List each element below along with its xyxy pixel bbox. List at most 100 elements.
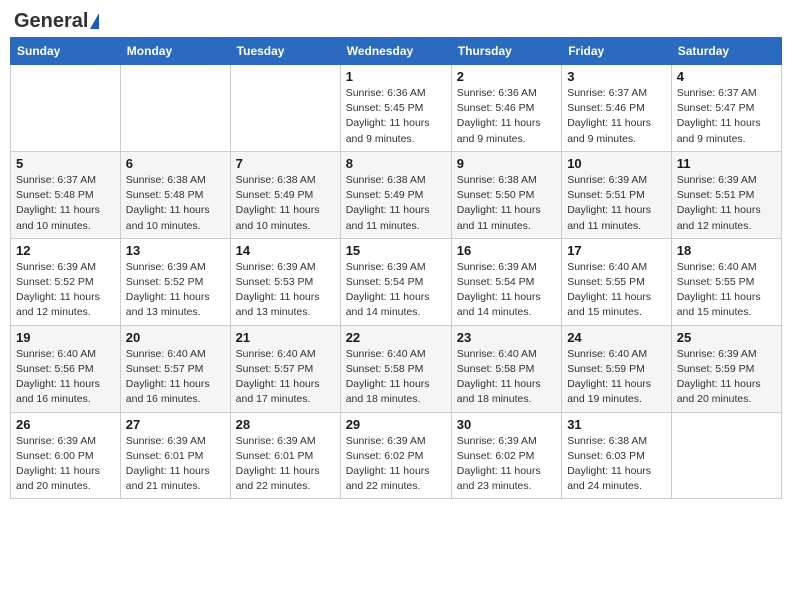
day-number: 10 <box>567 156 666 171</box>
day-info: Sunrise: 6:38 AMSunset: 5:48 PMDaylight:… <box>126 173 225 234</box>
day-number: 6 <box>126 156 225 171</box>
calendar-cell: 10 Sunrise: 6:39 AMSunset: 5:51 PMDayligh… <box>562 151 672 238</box>
day-number: 14 <box>236 243 335 258</box>
day-info: Sunrise: 6:39 AMSunset: 6:01 PMDaylight:… <box>126 434 225 495</box>
day-info: Sunrise: 6:37 AMSunset: 5:48 PMDaylight:… <box>16 173 115 234</box>
day-info: Sunrise: 6:39 AMSunset: 5:54 PMDaylight:… <box>346 260 446 321</box>
calendar-week-1: 1 Sunrise: 6:36 AMSunset: 5:45 PMDaylight… <box>11 65 782 152</box>
calendar-week-4: 19 Sunrise: 6:40 AMSunset: 5:56 PMDayligh… <box>11 325 782 412</box>
calendar-header-row: SundayMondayTuesdayWednesdayThursdayFrid… <box>11 38 782 65</box>
calendar-cell: 5Sunrise: 6:37 AMSunset: 5:48 PMDaylight… <box>11 151 121 238</box>
day-info: Sunrise: 6:39 AMSunset: 6:01 PMDaylight:… <box>236 434 335 495</box>
column-header-saturday: Saturday <box>671 38 781 65</box>
day-info: Sunrise: 6:40 AMSunset: 5:57 PMDaylight:… <box>126 347 225 408</box>
day-number: 11 <box>677 156 776 171</box>
day-number: 26 <box>16 417 115 432</box>
calendar-cell: 6 Sunrise: 6:38 AMSunset: 5:48 PMDaylight… <box>120 151 230 238</box>
calendar-cell: 7 Sunrise: 6:38 AMSunset: 5:49 PMDaylight… <box>230 151 340 238</box>
calendar-cell: 24 Sunrise: 6:40 AMSunset: 5:59 PMDayligh… <box>562 325 672 412</box>
day-info: Sunrise: 6:40 AMSunset: 5:57 PMDaylight:… <box>236 347 335 408</box>
calendar-cell: 17 Sunrise: 6:40 AMSunset: 5:55 PMDayligh… <box>562 238 672 325</box>
day-number: 30 <box>457 417 556 432</box>
day-number: 20 <box>126 330 225 345</box>
day-number: 31 <box>567 417 666 432</box>
day-number: 27 <box>126 417 225 432</box>
calendar-cell: 21Sunrise: 6:40 AMSunset: 5:57 PMDayligh… <box>230 325 340 412</box>
calendar-cell: 22Sunrise: 6:40 AMSunset: 5:58 PMDayligh… <box>340 325 451 412</box>
day-info: Sunrise: 6:39 AMSunset: 5:52 PMDaylight:… <box>16 260 115 321</box>
day-info: Sunrise: 6:39 AMSunset: 5:53 PMDaylight:… <box>236 260 335 321</box>
column-header-friday: Friday <box>562 38 672 65</box>
calendar-cell: 29Sunrise: 6:39 AMSunset: 6:02 PMDayligh… <box>340 412 451 499</box>
calendar-cell: 26 Sunrise: 6:39 AMSunset: 6:00 PMDayligh… <box>11 412 121 499</box>
day-info: Sunrise: 6:40 AMSunset: 5:55 PMDaylight:… <box>567 260 666 321</box>
day-info: Sunrise: 6:40 AMSunset: 5:55 PMDaylight:… <box>677 260 776 321</box>
calendar-cell: 11 Sunrise: 6:39 AMSunset: 5:51 PMDayligh… <box>671 151 781 238</box>
day-number: 9 <box>457 156 556 171</box>
calendar-cell: 15 Sunrise: 6:39 AMSunset: 5:54 PMDayligh… <box>340 238 451 325</box>
calendar-cell: 3 Sunrise: 6:37 AMSunset: 5:46 PMDaylight… <box>562 65 672 152</box>
day-info: Sunrise: 6:38 AMSunset: 5:49 PMDaylight:… <box>236 173 335 234</box>
calendar-table: SundayMondayTuesdayWednesdayThursdayFrid… <box>10 37 782 499</box>
column-header-thursday: Thursday <box>451 38 561 65</box>
day-info: Sunrise: 6:40 AMSunset: 5:59 PMDaylight:… <box>567 347 666 408</box>
day-info: Sunrise: 6:36 AMSunset: 5:45 PMDaylight:… <box>346 86 446 147</box>
day-number: 19 <box>16 330 115 345</box>
day-number: 12 <box>16 243 115 258</box>
column-header-wednesday: Wednesday <box>340 38 451 65</box>
calendar-cell: 2 Sunrise: 6:36 AMSunset: 5:46 PMDaylight… <box>451 65 561 152</box>
calendar-week-3: 12 Sunrise: 6:39 AMSunset: 5:52 PMDayligh… <box>11 238 782 325</box>
day-info: Sunrise: 6:39 AMSunset: 5:54 PMDaylight:… <box>457 260 556 321</box>
column-header-monday: Monday <box>120 38 230 65</box>
day-info: Sunrise: 6:40 AMSunset: 5:56 PMDaylight:… <box>16 347 115 408</box>
day-number: 17 <box>567 243 666 258</box>
day-info: Sunrise: 6:39 AMSunset: 5:59 PMDaylight:… <box>677 347 776 408</box>
calendar-cell <box>120 65 230 152</box>
calendar-cell: 20 Sunrise: 6:40 AMSunset: 5:57 PMDayligh… <box>120 325 230 412</box>
column-header-sunday: Sunday <box>11 38 121 65</box>
day-info: Sunrise: 6:39 AMSunset: 6:02 PMDaylight:… <box>457 434 556 495</box>
calendar-week-2: 5Sunrise: 6:37 AMSunset: 5:48 PMDaylight… <box>11 151 782 238</box>
day-info: Sunrise: 6:37 AMSunset: 5:47 PMDaylight:… <box>677 86 776 147</box>
calendar-week-5: 26 Sunrise: 6:39 AMSunset: 6:00 PMDayligh… <box>11 412 782 499</box>
day-info: Sunrise: 6:36 AMSunset: 5:46 PMDaylight:… <box>457 86 556 147</box>
day-number: 13 <box>126 243 225 258</box>
column-header-tuesday: Tuesday <box>230 38 340 65</box>
day-info: Sunrise: 6:37 AMSunset: 5:46 PMDaylight:… <box>567 86 666 147</box>
calendar-cell: 31 Sunrise: 6:38 AMSunset: 6:03 PMDayligh… <box>562 412 672 499</box>
calendar-cell: 14 Sunrise: 6:39 AMSunset: 5:53 PMDayligh… <box>230 238 340 325</box>
calendar-cell: 1 Sunrise: 6:36 AMSunset: 5:45 PMDaylight… <box>340 65 451 152</box>
day-number: 1 <box>346 69 446 84</box>
day-number: 28 <box>236 417 335 432</box>
day-info: Sunrise: 6:39 AMSunset: 5:51 PMDaylight:… <box>567 173 666 234</box>
calendar-cell: 19 Sunrise: 6:40 AMSunset: 5:56 PMDayligh… <box>11 325 121 412</box>
day-number: 24 <box>567 330 666 345</box>
day-number: 18 <box>677 243 776 258</box>
logo: General <box>14 10 99 29</box>
calendar-cell: 8 Sunrise: 6:38 AMSunset: 5:49 PMDaylight… <box>340 151 451 238</box>
day-info: Sunrise: 6:40 AMSunset: 5:58 PMDaylight:… <box>457 347 556 408</box>
day-info: Sunrise: 6:39 AMSunset: 6:02 PMDaylight:… <box>346 434 446 495</box>
calendar-cell: 4Sunrise: 6:37 AMSunset: 5:47 PMDaylight… <box>671 65 781 152</box>
day-number: 25 <box>677 330 776 345</box>
calendar-cell: 16 Sunrise: 6:39 AMSunset: 5:54 PMDayligh… <box>451 238 561 325</box>
day-info: Sunrise: 6:39 AMSunset: 5:52 PMDaylight:… <box>126 260 225 321</box>
day-number: 7 <box>236 156 335 171</box>
day-info: Sunrise: 6:38 AMSunset: 5:49 PMDaylight:… <box>346 173 446 234</box>
day-number: 8 <box>346 156 446 171</box>
day-info: Sunrise: 6:38 AMSunset: 5:50 PMDaylight:… <box>457 173 556 234</box>
calendar-cell: 9 Sunrise: 6:38 AMSunset: 5:50 PMDaylight… <box>451 151 561 238</box>
page-header: General <box>10 10 782 29</box>
logo-general: General <box>14 10 88 33</box>
day-number: 2 <box>457 69 556 84</box>
day-info: Sunrise: 6:39 AMSunset: 5:51 PMDaylight:… <box>677 173 776 234</box>
day-number: 16 <box>457 243 556 258</box>
calendar-cell: 12 Sunrise: 6:39 AMSunset: 5:52 PMDayligh… <box>11 238 121 325</box>
calendar-body: 1 Sunrise: 6:36 AMSunset: 5:45 PMDaylight… <box>11 65 782 499</box>
day-info: Sunrise: 6:38 AMSunset: 6:03 PMDaylight:… <box>567 434 666 495</box>
day-number: 3 <box>567 69 666 84</box>
day-info: Sunrise: 6:40 AMSunset: 5:58 PMDaylight:… <box>346 347 446 408</box>
day-number: 15 <box>346 243 446 258</box>
day-number: 23 <box>457 330 556 345</box>
day-info: Sunrise: 6:39 AMSunset: 6:00 PMDaylight:… <box>16 434 115 495</box>
